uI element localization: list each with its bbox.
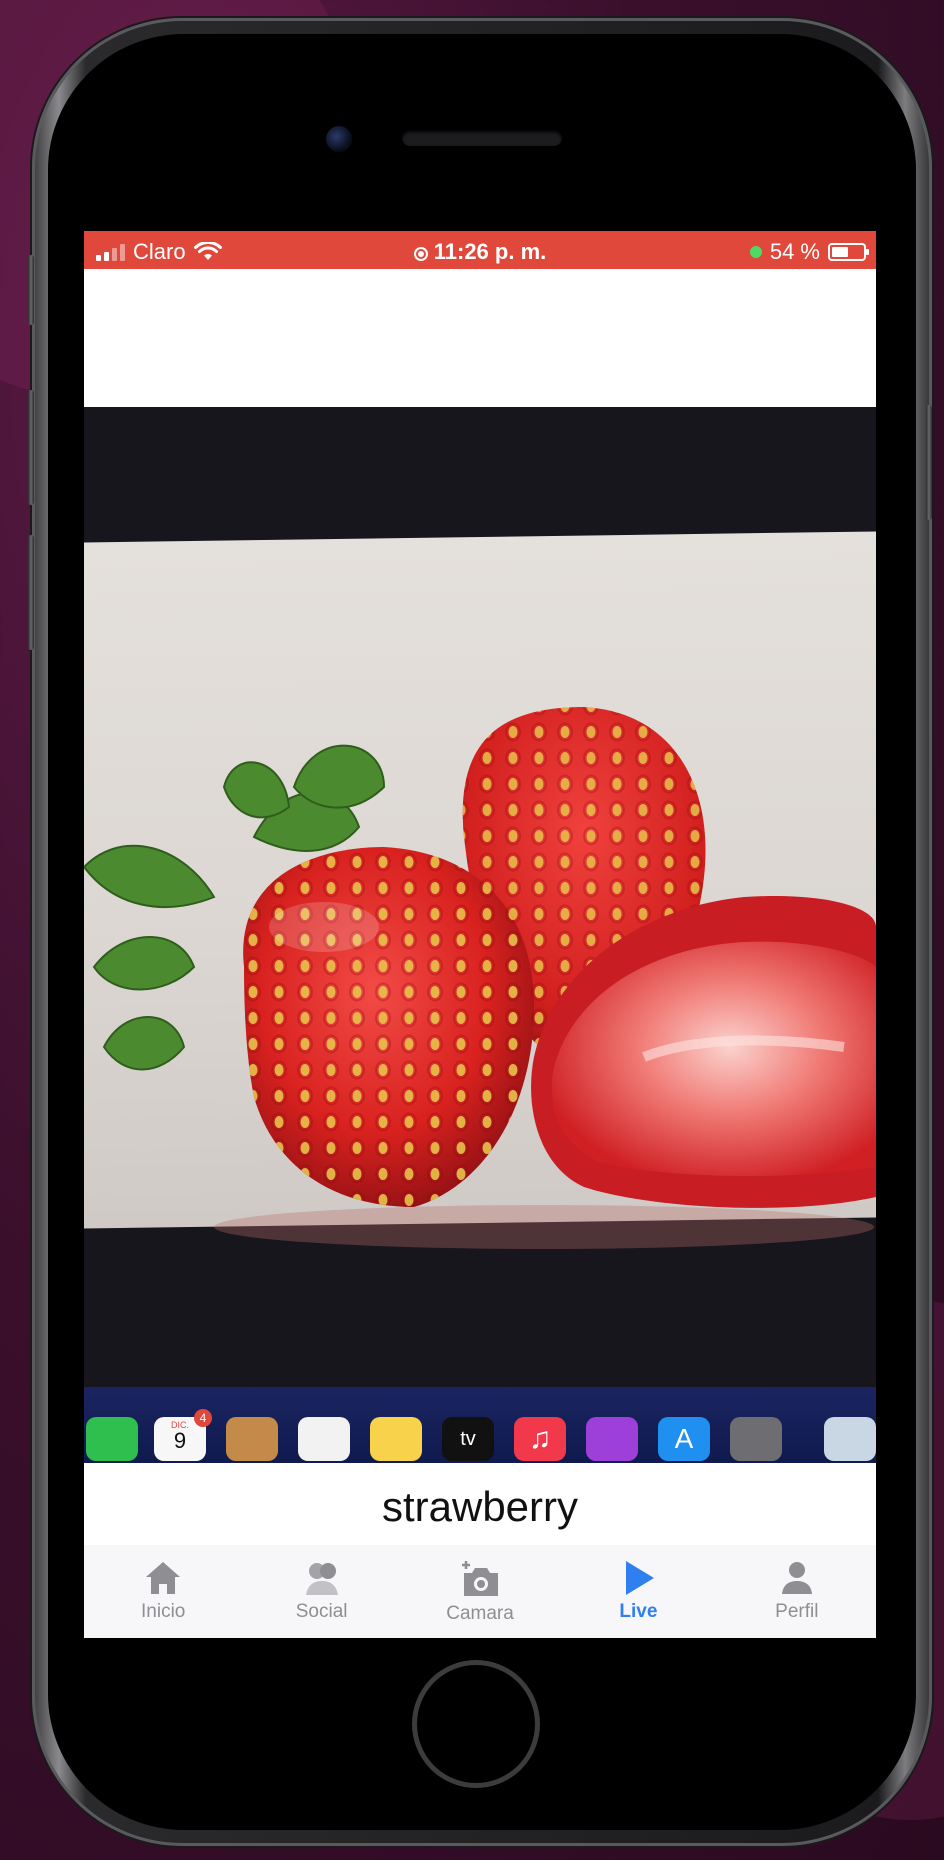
volume-up-button (28, 390, 34, 505)
status-bar: Claro 11:26 p. m. 54 % (84, 231, 876, 269)
status-right: 54 % (749, 239, 869, 265)
strawberries-image (84, 707, 876, 1249)
tv-label: tv (460, 1428, 476, 1450)
tab-label: Inicio (141, 1601, 186, 1622)
earpiece-speaker (402, 130, 562, 146)
system-preferences-icon (730, 1417, 782, 1461)
tab-bar: Inicio Social Camara Live Perfil (84, 1545, 876, 1638)
reminders-icon (298, 1417, 350, 1461)
tab-social[interactable]: Social (242, 1545, 400, 1638)
calendar-day: 9 (173, 1428, 187, 1453)
house-icon (146, 1562, 181, 1594)
top-blank-area (84, 269, 876, 407)
tab-perfil[interactable]: Perfil (718, 1545, 876, 1638)
camera-in-use-indicator-icon (749, 246, 762, 258)
person-icon (781, 1562, 812, 1594)
screen-recording-icon (413, 247, 428, 261)
battery-icon (828, 243, 869, 261)
notes-icon (370, 1417, 422, 1461)
music-icon: ♫ (514, 1417, 566, 1461)
battery-level-fill (832, 247, 848, 257)
tab-inicio[interactable]: Inicio (84, 1545, 242, 1638)
tab-live[interactable]: Live (559, 1545, 717, 1638)
calendar-icon: DIC. 9 4 (154, 1409, 212, 1461)
recognition-label: strawberry (84, 1463, 876, 1546)
preview-icon (824, 1417, 876, 1461)
tab-label: Perfil (775, 1601, 819, 1622)
home-button[interactable] (412, 1660, 540, 1788)
volume-down-button (28, 535, 34, 650)
app-store-icon: A (658, 1417, 710, 1461)
app-screen: Claro 11:26 p. m. 54 % DIC. 9 4 tv ♫ A s… (84, 231, 876, 1638)
tab-label: Social (295, 1601, 348, 1622)
apple-tv-icon: tv (442, 1417, 494, 1461)
front-camera (326, 126, 352, 152)
calendar-badge: 4 (194, 1409, 212, 1427)
contacts-icon (226, 1417, 278, 1461)
tab-label: Live (619, 1601, 658, 1622)
podcasts-icon (586, 1417, 638, 1461)
mac-dock: DIC. 9 4 tv ♫ A (84, 1387, 876, 1463)
tab-label: Camara (446, 1603, 514, 1624)
facetime-icon (86, 1417, 138, 1461)
play-icon (626, 1561, 655, 1595)
power-button (926, 405, 932, 520)
camera-plus-icon (462, 1561, 499, 1596)
people-icon (305, 1563, 338, 1595)
clock-time: 11:26 p. m. (433, 239, 547, 264)
battery-percent: 54 % (769, 239, 820, 264)
tab-camara[interactable]: Camara (401, 1545, 559, 1638)
mute-switch (28, 255, 34, 325)
live-camera-feed: DIC. 9 4 tv ♫ A (84, 407, 876, 1463)
